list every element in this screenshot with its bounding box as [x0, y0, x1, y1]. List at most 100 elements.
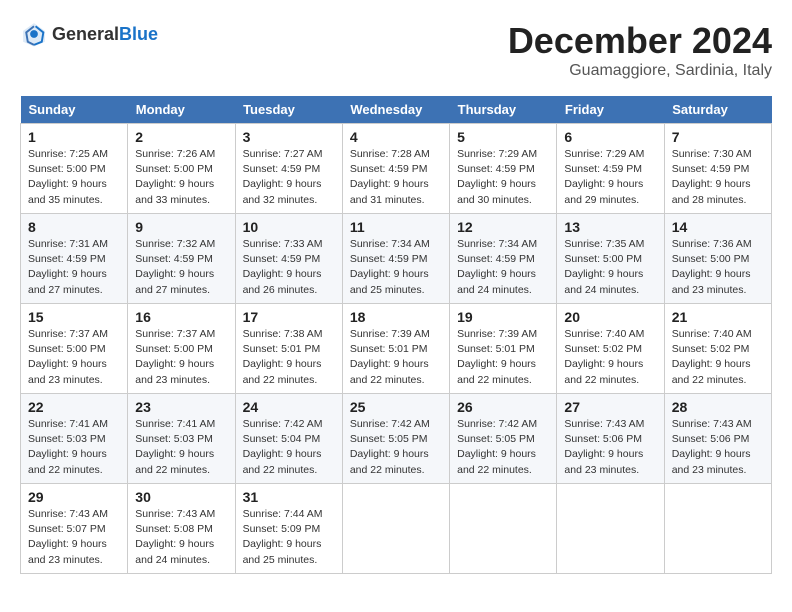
calendar-cell: 7Sunrise: 7:30 AMSunset: 4:59 PMDaylight…	[664, 124, 771, 214]
day-number: 26	[457, 399, 549, 415]
day-number: 9	[135, 219, 227, 235]
calendar-cell: 5Sunrise: 7:29 AMSunset: 4:59 PMDaylight…	[450, 124, 557, 214]
calendar-cell: 14 Sunrise: 7:36 AMSunset: 5:00 PMDayligh…	[664, 214, 771, 304]
calendar-cell: 12 Sunrise: 7:34 AMSunset: 4:59 PMDayligh…	[450, 214, 557, 304]
day-number: 2	[135, 129, 227, 145]
day-info: Sunrise: 7:39 AMSunset: 5:01 PMDaylight:…	[457, 327, 549, 388]
calendar-week-3: 15 Sunrise: 7:37 AMSunset: 5:00 PMDayligh…	[21, 304, 772, 394]
day-info: Sunrise: 7:32 AMSunset: 4:59 PMDaylight:…	[135, 237, 227, 298]
calendar-cell: 9 Sunrise: 7:32 AMSunset: 4:59 PMDaylight…	[128, 214, 235, 304]
logo-icon	[20, 20, 48, 48]
calendar-cell: 8 Sunrise: 7:31 AMSunset: 4:59 PMDaylight…	[21, 214, 128, 304]
day-number: 16	[135, 309, 227, 325]
day-info: Sunrise: 7:43 AMSunset: 5:08 PMDaylight:…	[135, 507, 227, 568]
calendar-table: SundayMondayTuesdayWednesdayThursdayFrid…	[20, 96, 772, 574]
day-info: Sunrise: 7:42 AMSunset: 5:05 PMDaylight:…	[457, 417, 549, 478]
logo: General Blue	[20, 20, 158, 48]
day-info: Sunrise: 7:34 AMSunset: 4:59 PMDaylight:…	[350, 237, 442, 298]
logo-blue-text: Blue	[119, 24, 158, 45]
day-number: 18	[350, 309, 442, 325]
day-info: Sunrise: 7:44 AMSunset: 5:09 PMDaylight:…	[243, 507, 335, 568]
location-title: Guamaggiore, Sardinia, Italy	[508, 62, 772, 80]
calendar-cell: 15Sunrise: 7:37 AMSunset: 5:00 PMDayligh…	[21, 304, 128, 394]
day-number: 28	[672, 399, 764, 415]
calendar-week-2: 8 Sunrise: 7:31 AMSunset: 4:59 PMDaylight…	[21, 214, 772, 304]
calendar-cell: 22 Sunrise: 7:41 AMSunset: 5:03 PMDayligh…	[21, 394, 128, 484]
calendar-cell: 13Sunrise: 7:35 AMSunset: 5:00 PMDayligh…	[557, 214, 664, 304]
day-number: 3	[243, 129, 335, 145]
month-title: December 2024	[508, 20, 772, 62]
day-info: Sunrise: 7:31 AMSunset: 4:59 PMDaylight:…	[28, 237, 120, 298]
calendar-cell: 3 Sunrise: 7:27 AMSunset: 4:59 PMDaylight…	[235, 124, 342, 214]
calendar-cell: 16 Sunrise: 7:37 AMSunset: 5:00 PMDayligh…	[128, 304, 235, 394]
calendar-cell: 29 Sunrise: 7:43 AMSunset: 5:07 PMDayligh…	[21, 484, 128, 574]
calendar-cell: 11 Sunrise: 7:34 AMSunset: 4:59 PMDayligh…	[342, 214, 449, 304]
day-info: Sunrise: 7:38 AMSunset: 5:01 PMDaylight:…	[243, 327, 335, 388]
day-number: 20	[564, 309, 656, 325]
day-number: 10	[243, 219, 335, 235]
day-info: Sunrise: 7:25 AMSunset: 5:00 PMDaylight:…	[28, 147, 120, 208]
day-number: 30	[135, 489, 227, 505]
calendar-cell	[664, 484, 771, 574]
weekday-header-wednesday: Wednesday	[342, 96, 449, 124]
day-number: 12	[457, 219, 549, 235]
calendar-cell: 31 Sunrise: 7:44 AMSunset: 5:09 PMDayligh…	[235, 484, 342, 574]
calendar-cell	[342, 484, 449, 574]
calendar-cell: 25Sunrise: 7:42 AMSunset: 5:05 PMDayligh…	[342, 394, 449, 484]
day-info: Sunrise: 7:43 AMSunset: 5:07 PMDaylight:…	[28, 507, 120, 568]
day-info: Sunrise: 7:29 AMSunset: 4:59 PMDaylight:…	[564, 147, 656, 208]
day-number: 22	[28, 399, 120, 415]
day-number: 6	[564, 129, 656, 145]
day-info: Sunrise: 7:29 AMSunset: 4:59 PMDaylight:…	[457, 147, 549, 208]
calendar-cell: 10Sunrise: 7:33 AMSunset: 4:59 PMDayligh…	[235, 214, 342, 304]
day-info: Sunrise: 7:41 AMSunset: 5:03 PMDaylight:…	[28, 417, 120, 478]
day-info: Sunrise: 7:42 AMSunset: 5:04 PMDaylight:…	[243, 417, 335, 478]
day-info: Sunrise: 7:41 AMSunset: 5:03 PMDaylight:…	[135, 417, 227, 478]
day-info: Sunrise: 7:36 AMSunset: 5:00 PMDaylight:…	[672, 237, 764, 298]
page-header: General Blue December 2024 Guamaggiore, …	[20, 20, 772, 80]
day-number: 29	[28, 489, 120, 505]
weekday-header-monday: Monday	[128, 96, 235, 124]
day-info: Sunrise: 7:34 AMSunset: 4:59 PMDaylight:…	[457, 237, 549, 298]
day-info: Sunrise: 7:43 AMSunset: 5:06 PMDaylight:…	[672, 417, 764, 478]
calendar-cell: 17 Sunrise: 7:38 AMSunset: 5:01 PMDayligh…	[235, 304, 342, 394]
day-info: Sunrise: 7:39 AMSunset: 5:01 PMDaylight:…	[350, 327, 442, 388]
calendar-cell: 1 Sunrise: 7:25 AMSunset: 5:00 PMDaylight…	[21, 124, 128, 214]
day-number: 21	[672, 309, 764, 325]
calendar-cell	[450, 484, 557, 574]
day-number: 11	[350, 219, 442, 235]
calendar-cell: 19Sunrise: 7:39 AMSunset: 5:01 PMDayligh…	[450, 304, 557, 394]
calendar-cell: 21Sunrise: 7:40 AMSunset: 5:02 PMDayligh…	[664, 304, 771, 394]
day-number: 14	[672, 219, 764, 235]
calendar-cell: 24 Sunrise: 7:42 AMSunset: 5:04 PMDayligh…	[235, 394, 342, 484]
day-number: 13	[564, 219, 656, 235]
day-number: 15	[28, 309, 120, 325]
day-number: 8	[28, 219, 120, 235]
day-number: 4	[350, 129, 442, 145]
calendar-cell: 20 Sunrise: 7:40 AMSunset: 5:02 PMDayligh…	[557, 304, 664, 394]
calendar-cell: 23 Sunrise: 7:41 AMSunset: 5:03 PMDayligh…	[128, 394, 235, 484]
calendar-cell: 26 Sunrise: 7:42 AMSunset: 5:05 PMDayligh…	[450, 394, 557, 484]
weekday-header-thursday: Thursday	[450, 96, 557, 124]
calendar-cell: 30 Sunrise: 7:43 AMSunset: 5:08 PMDayligh…	[128, 484, 235, 574]
day-info: Sunrise: 7:42 AMSunset: 5:05 PMDaylight:…	[350, 417, 442, 478]
weekday-header-sunday: Sunday	[21, 96, 128, 124]
calendar-cell	[557, 484, 664, 574]
day-number: 1	[28, 129, 120, 145]
weekday-header-row: SundayMondayTuesdayWednesdayThursdayFrid…	[21, 96, 772, 124]
day-number: 17	[243, 309, 335, 325]
day-info: Sunrise: 7:40 AMSunset: 5:02 PMDaylight:…	[564, 327, 656, 388]
day-info: Sunrise: 7:43 AMSunset: 5:06 PMDaylight:…	[564, 417, 656, 478]
day-info: Sunrise: 7:37 AMSunset: 5:00 PMDaylight:…	[135, 327, 227, 388]
day-number: 27	[564, 399, 656, 415]
day-info: Sunrise: 7:27 AMSunset: 4:59 PMDaylight:…	[243, 147, 335, 208]
calendar-cell: 6 Sunrise: 7:29 AMSunset: 4:59 PMDaylight…	[557, 124, 664, 214]
calendar-cell: 27 Sunrise: 7:43 AMSunset: 5:06 PMDayligh…	[557, 394, 664, 484]
calendar-week-5: 29 Sunrise: 7:43 AMSunset: 5:07 PMDayligh…	[21, 484, 772, 574]
day-number: 31	[243, 489, 335, 505]
day-info: Sunrise: 7:30 AMSunset: 4:59 PMDaylight:…	[672, 147, 764, 208]
day-number: 24	[243, 399, 335, 415]
day-number: 23	[135, 399, 227, 415]
calendar-cell: 2Sunrise: 7:26 AMSunset: 5:00 PMDaylight…	[128, 124, 235, 214]
calendar-week-4: 22 Sunrise: 7:41 AMSunset: 5:03 PMDayligh…	[21, 394, 772, 484]
